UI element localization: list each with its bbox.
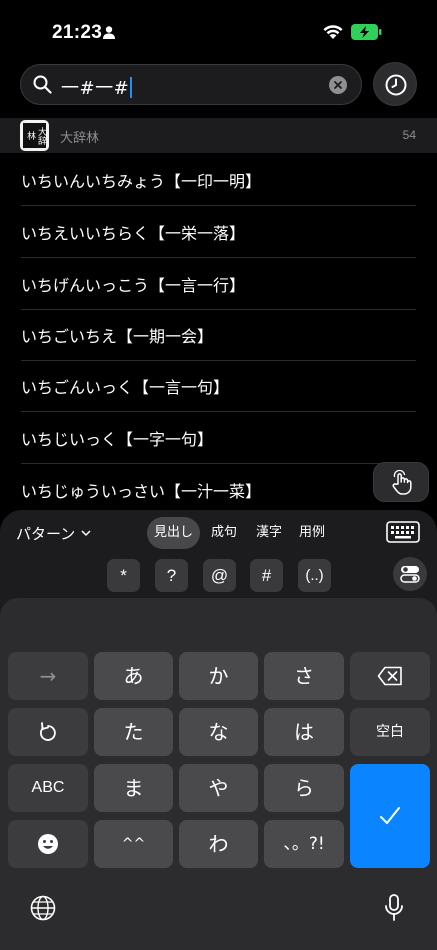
search-input[interactable]: 一#一#: [61, 74, 133, 100]
key-na[interactable]: な: [179, 708, 258, 756]
tab-kanji[interactable]: 漢字: [250, 517, 288, 549]
key-punctuation[interactable]: 、。?!: [264, 820, 344, 868]
list-item[interactable]: いちいんいちみょう【一印一明】: [0, 154, 437, 206]
text-caret: [130, 77, 133, 98]
result-text: いちいんいちみょう【一印一明】: [21, 172, 262, 191]
dictionary-logo: 大辞林: [20, 120, 49, 151]
tab-idiom[interactable]: 成句: [205, 517, 243, 549]
confirm-key[interactable]: [350, 764, 430, 868]
search-icon: [33, 75, 52, 94]
dictionary-name: 大辞林: [60, 131, 100, 146]
wildcard-asterisk-key[interactable]: *: [107, 559, 140, 592]
microphone-icon[interactable]: [384, 894, 404, 922]
touch-mode-button[interactable]: [373, 462, 429, 502]
delete-key[interactable]: [350, 652, 430, 700]
dictionary-header: 大辞林 大辞林 54: [0, 118, 437, 153]
key-ra[interactable]: ら: [264, 764, 344, 812]
tab-headword[interactable]: 見出し: [147, 517, 200, 549]
list-item[interactable]: いちごいちえ【一期一会】: [0, 309, 437, 361]
undo-icon: [40, 722, 56, 741]
wifi-icon: [323, 25, 343, 39]
dictionary-logo-text: 大辞林: [23, 123, 46, 148]
key-a[interactable]: あ: [94, 652, 173, 700]
kana-keyboard: → あ か さ た な は 空白 ABC ま や ら ^^ わ 、。?!: [0, 598, 437, 950]
pattern-dropdown[interactable]: パターン: [16, 523, 91, 544]
history-button[interactable]: [373, 62, 417, 106]
abc-key[interactable]: ABC: [8, 764, 88, 812]
hand-tap-icon: [392, 470, 412, 495]
wildcard-hash-key[interactable]: #: [250, 559, 283, 592]
checkmark-icon: [380, 807, 400, 824]
result-text: いちえいいちらく【一栄一落】: [21, 224, 246, 243]
result-text: いちごいちえ【一期一会】: [21, 327, 214, 346]
key-sa[interactable]: さ: [264, 652, 344, 700]
list-item[interactable]: いちごんいっく【一言一句】: [0, 360, 437, 412]
list-item[interactable]: いちじゅういっさい【一汁一菜】: [0, 464, 437, 516]
delete-backward-icon: [377, 666, 402, 686]
result-count: 54: [402, 128, 416, 142]
status-bar: 21:23: [0, 0, 437, 58]
tab-example[interactable]: 用例: [293, 517, 331, 549]
settings-toggle-button[interactable]: [393, 557, 427, 591]
result-text: いちごんいっく【一言一句】: [21, 378, 230, 397]
list-item[interactable]: いちえいいちらく【一栄一落】: [0, 206, 437, 258]
wildcard-group-key[interactable]: (..): [298, 559, 331, 592]
result-text: いちげんいっこう【一言一行】: [21, 276, 246, 295]
key-ka[interactable]: か: [179, 652, 258, 700]
key-ha[interactable]: は: [264, 708, 344, 756]
list-item[interactable]: いちじいっく【一字一句】: [0, 412, 437, 464]
chevron-down-icon: [81, 530, 91, 537]
space-key[interactable]: 空白: [350, 708, 430, 756]
search-field[interactable]: 一#一#: [20, 64, 362, 105]
clear-icon[interactable]: [329, 76, 347, 94]
search-query: 一#一#: [61, 78, 130, 99]
switches-icon: [400, 566, 420, 583]
globe-icon[interactable]: [30, 895, 56, 921]
pattern-label: パターン: [16, 525, 76, 543]
key-ya[interactable]: や: [179, 764, 258, 812]
keyboard-icon[interactable]: [386, 520, 420, 544]
result-text: いちじゅういっさい【一汁一菜】: [21, 482, 262, 501]
key-ma[interactable]: ま: [94, 764, 173, 812]
wildcard-at-key[interactable]: @: [203, 559, 236, 592]
key-wa[interactable]: わ: [179, 820, 258, 868]
key-ta[interactable]: た: [94, 708, 173, 756]
battery-charging-icon: [351, 24, 382, 40]
undo-key[interactable]: [8, 708, 88, 756]
emoji-icon: [38, 834, 58, 854]
arrow-right-key[interactable]: →: [8, 652, 88, 700]
status-time: 21:23: [52, 22, 103, 43]
wildcard-question-key[interactable]: ?: [155, 559, 188, 592]
key-kaomoji[interactable]: ^^: [94, 820, 173, 868]
clock-icon: [385, 74, 407, 96]
emoji-key[interactable]: [8, 820, 88, 868]
result-text: いちじいっく【一字一句】: [21, 430, 214, 449]
person-icon: [103, 26, 115, 39]
list-item[interactable]: いちげんいっこう【一言一行】: [0, 258, 437, 310]
